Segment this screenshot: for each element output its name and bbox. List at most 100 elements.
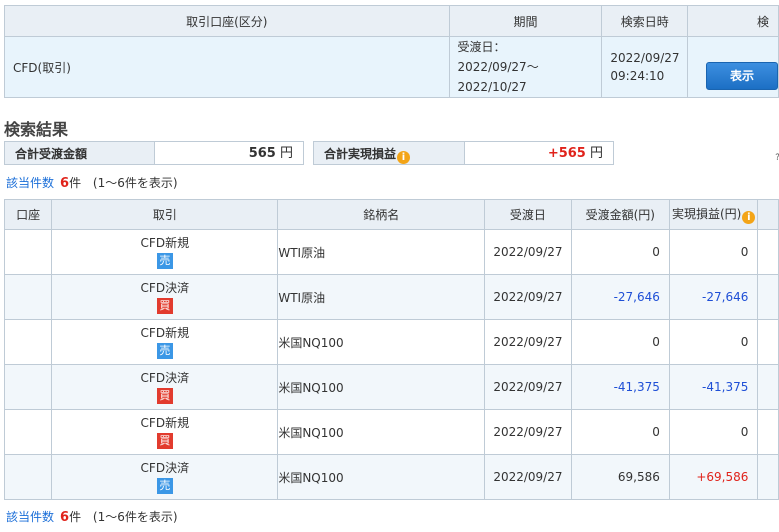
- trade-type: CFD新規: [140, 326, 190, 340]
- total-delivery-label: 合計受渡金額: [4, 141, 155, 165]
- result-count-top: 該当件数 6件 (1〜6件を表示): [6, 174, 178, 191]
- table-row: CFD決済買 WTI原油 2022/09/27 -27,646 -27,646: [3, 274, 779, 320]
- col-realized-pnl: 実現損益(円) i: [668, 199, 759, 230]
- col-realized-pnl-label: 実現損益(円): [671, 207, 742, 221]
- cell-symbol: 米国NQ100: [277, 454, 486, 500]
- show-button[interactable]: 表示: [706, 62, 778, 90]
- search-date: 2022/09/27: [610, 51, 680, 65]
- info-icon[interactable]: i: [397, 151, 411, 164]
- cell-extra: [757, 409, 779, 455]
- cell-delivery-date: 2022/09/27: [484, 229, 572, 275]
- side-badge: 買: [156, 433, 173, 449]
- show-button-cell: 表示: [687, 36, 779, 98]
- cell-account: [3, 454, 53, 500]
- trade-type: CFD決済: [140, 371, 190, 385]
- account-value: CFD(取引): [4, 36, 450, 98]
- total-pnl-amount: +565: [547, 146, 586, 161]
- info-icon[interactable]: i: [742, 211, 756, 224]
- cell-account: [3, 364, 53, 410]
- cell-realized-pnl: 0: [668, 319, 759, 365]
- total-delivery-value: 565 円: [154, 141, 304, 165]
- cell-symbol: 米国NQ100: [277, 319, 486, 365]
- table-row: CFD決済売米国NQ100 2022/09/27 69,586 +69,586: [3, 454, 779, 500]
- results-table: 口座 取引 銘柄名 受渡日 受渡金額(円) 実現損益(円) i CFD新規売 WTI…: [3, 199, 779, 500]
- cell-extra: [757, 364, 779, 410]
- cell-realized-pnl: 0: [668, 229, 759, 275]
- table-row: CFD新規売 WTI原油 2022/09/27 0 0: [3, 229, 779, 275]
- col-trade: 取引: [51, 199, 279, 230]
- header-search-partial: 検: [687, 5, 779, 37]
- cell-delivery-date: 2022/09/27: [484, 319, 572, 365]
- cell-symbol: WTI原油: [277, 274, 486, 320]
- header-account: 取引口座(区分): [4, 5, 450, 37]
- result-count-link[interactable]: 該当件数: [6, 176, 54, 190]
- search-time: 09:24:10: [610, 69, 665, 83]
- cell-symbol: 米国NQ100: [277, 364, 486, 410]
- total-pnl-value: +565 円: [464, 141, 614, 165]
- cell-extra: [757, 319, 779, 365]
- cell-delivery-amount: 0: [570, 229, 670, 275]
- cell-symbol: 米国NQ100: [277, 409, 486, 455]
- cell-realized-pnl: -27,646: [668, 274, 759, 320]
- col-symbol: 銘柄名: [277, 199, 486, 230]
- col-account: 口座: [3, 199, 53, 230]
- cell-account: [3, 274, 53, 320]
- period-range: 2022/09/27〜2022/10/27: [457, 60, 539, 94]
- side-badge: 買: [156, 298, 173, 314]
- cell-trade: CFD新規売: [51, 229, 279, 275]
- edge-mark-glyph: ﹖: [773, 152, 779, 162]
- cell-realized-pnl: 0: [668, 409, 759, 455]
- header-period: 期間: [448, 5, 603, 37]
- col-extra: [757, 199, 779, 230]
- result-count-range: (1〜6件を表示): [92, 510, 178, 524]
- cell-account: [3, 319, 53, 365]
- cell-trade: CFD決済買: [51, 274, 279, 320]
- cell-trade: CFD決済買: [51, 364, 279, 410]
- header-search-partial-label: 検: [757, 14, 770, 29]
- col-delivery-amount: 受渡金額(円): [570, 199, 670, 230]
- cell-delivery-amount: 69,586: [570, 454, 670, 500]
- total-delivery-amount: 565: [248, 146, 276, 161]
- trade-type: CFD新規: [140, 236, 190, 250]
- trade-type: CFD決済: [140, 281, 190, 295]
- result-count-number: 6: [60, 176, 70, 191]
- cell-trade: CFD新規買: [51, 409, 279, 455]
- side-badge: 売: [156, 253, 173, 269]
- cell-delivery-amount: -41,375: [570, 364, 670, 410]
- cell-delivery-date: 2022/09/27: [484, 274, 572, 320]
- cell-delivery-date: 2022/09/27: [484, 454, 572, 500]
- side-badge: 買: [156, 388, 173, 404]
- result-count-link[interactable]: 該当件数: [6, 510, 54, 524]
- table-row: CFD新規売米国NQ100 2022/09/27 0 0: [3, 319, 779, 365]
- cell-delivery-date: 2022/09/27: [484, 409, 572, 455]
- result-count-range: (1〜6件を表示): [92, 176, 178, 190]
- trade-type: CFD新規: [140, 416, 190, 430]
- cell-extra: [757, 229, 779, 275]
- total-pnl-unit: 円: [589, 146, 603, 161]
- cell-trade: CFD新規売: [51, 319, 279, 365]
- cell-delivery-amount: 0: [570, 319, 670, 365]
- trade-type: CFD決済: [140, 461, 190, 475]
- side-badge: 売: [156, 343, 173, 359]
- edge-mark: ﹖: [773, 148, 779, 162]
- table-row: CFD決済買米国NQ100 2022/09/27 -41,375 -41,375: [3, 364, 779, 410]
- cell-extra: [757, 274, 779, 320]
- result-count-number: 6: [60, 510, 70, 525]
- cell-delivery-date: 2022/09/27: [484, 364, 572, 410]
- header-search-datetime: 検索日時: [601, 5, 689, 37]
- cell-delivery-amount: -27,646: [570, 274, 670, 320]
- search-datetime-value: 2022/09/27 09:24:10: [601, 36, 689, 98]
- cell-realized-pnl: +69,586: [668, 454, 759, 500]
- total-delivery-unit: 円: [279, 146, 293, 161]
- period-label: 受渡日：: [457, 40, 506, 54]
- total-pnl-label-text: 合計実現損益: [324, 147, 397, 161]
- side-badge: 売: [156, 478, 173, 494]
- table-row: CFD新規買米国NQ100 2022/09/27 0 0: [3, 409, 779, 455]
- cell-extra: [757, 454, 779, 500]
- cell-realized-pnl: -41,375: [668, 364, 759, 410]
- cell-symbol: WTI原油: [277, 229, 486, 275]
- cell-account: [3, 229, 53, 275]
- col-delivery-date: 受渡日: [484, 199, 572, 230]
- cell-trade: CFD決済売: [51, 454, 279, 500]
- result-count-suffix: 件: [69, 510, 82, 524]
